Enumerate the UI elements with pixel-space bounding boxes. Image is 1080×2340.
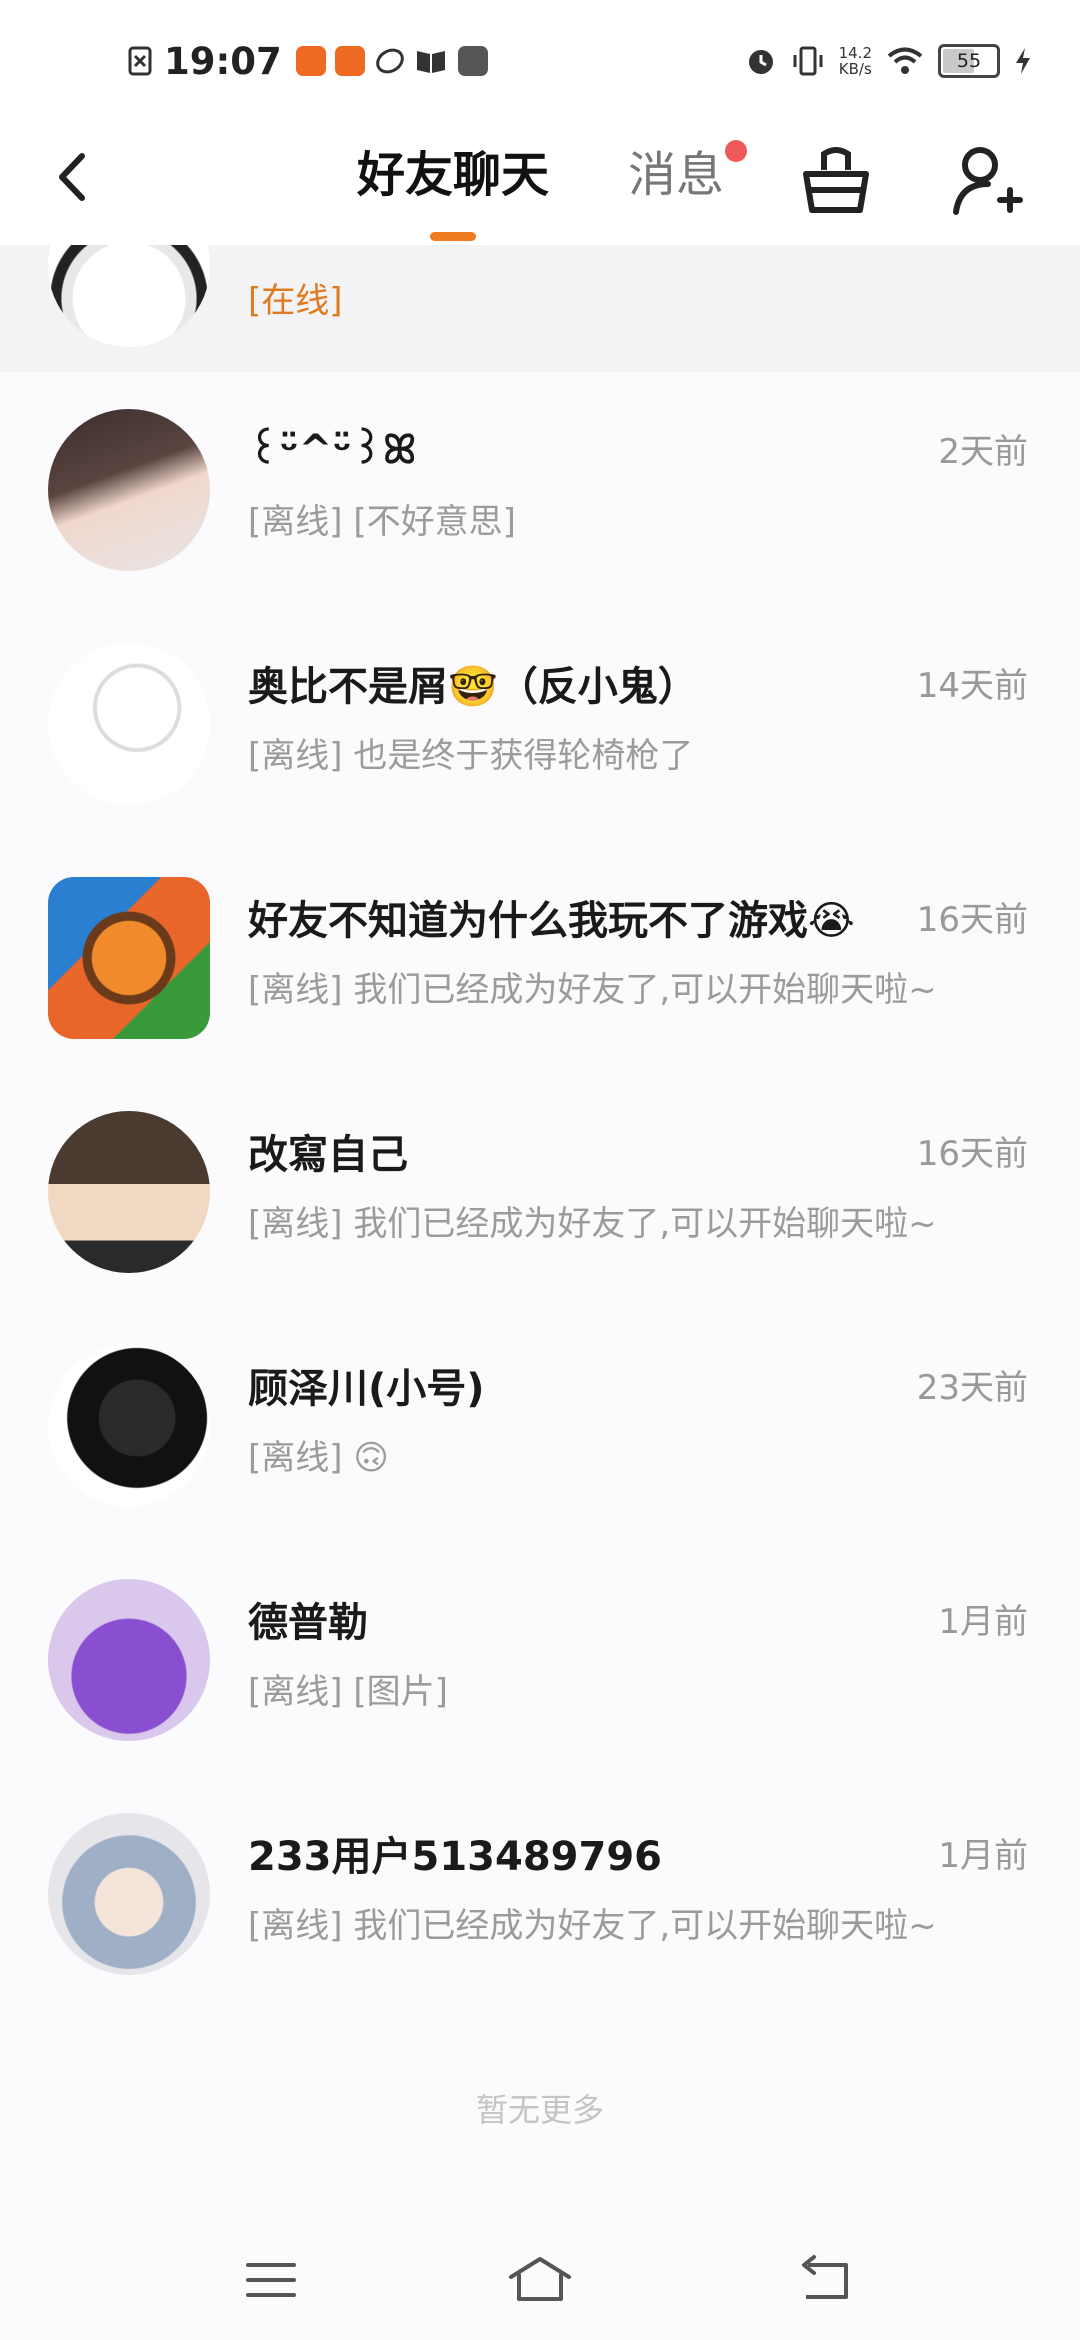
vivo-icon — [457, 46, 488, 76]
status-left: 19:07 — [128, 36, 497, 86]
last-message-time: 1月前 — [938, 1602, 1028, 1642]
home-button[interactable] — [505, 2245, 575, 2315]
tab-messages[interactable]: 消息 — [628, 140, 724, 210]
top-header: 好友聊天 消息 — [0, 120, 1080, 245]
net-speed: 14.2 KB/s — [839, 45, 872, 77]
vibrate-icon — [793, 46, 823, 76]
notification-x-icon — [128, 46, 152, 76]
no-more-label: 暂无更多 — [475, 2091, 604, 2129]
avatar — [48, 643, 210, 805]
chevron-left-icon — [59, 153, 85, 201]
active-tab-indicator — [430, 232, 476, 241]
list-item[interactable]: 奥比不是屑🤓（反小鬼） 14天前 [离线] 也是终于获得轮椅枪了 — [0, 606, 1080, 840]
avatar — [48, 1813, 210, 1975]
list-item[interactable]: ꒰ᵕ̈^ᵕ̈꒱ꕤ 2天前 [离线] [不好意思] — [0, 372, 1080, 606]
list-item[interactable]: 改寫自己 16天前 [离线] 我们已经成为好友了,可以开始聊天啦~ — [0, 1074, 1080, 1308]
menu-button[interactable] — [236, 2245, 306, 2315]
last-message-preview: [离线] [图片] — [248, 1672, 448, 1712]
last-message-time: 16天前 — [916, 900, 1028, 940]
contact-name: 奥比不是屑🤓（反小鬼） — [248, 664, 698, 710]
avatar — [48, 1579, 210, 1741]
list-item[interactable]: 顾泽川(小号) 23天前 [离线] 🙃 — [0, 1308, 1080, 1542]
battery-indicator: 55 — [938, 44, 1000, 78]
add-friend-button[interactable] — [950, 140, 1025, 220]
status-time: 19:07 — [164, 39, 282, 83]
system-nav-bar — [0, 2220, 1080, 2340]
last-message-preview: [离线] 我们已经成为好友了,可以开始聊天啦~ — [248, 970, 937, 1010]
clear-messages-button[interactable] — [800, 140, 872, 220]
net-speed-value: 14.2 — [838, 44, 872, 62]
last-message-preview: [离线] [不好意思] — [248, 502, 516, 542]
last-message-time: 16天前 — [916, 1134, 1028, 1174]
last-message-time: 2天前 — [938, 432, 1028, 472]
unread-dot-badge — [725, 140, 747, 162]
status-bar: 19:07 14.2 KB/s 55 — [0, 0, 1080, 120]
net-speed-unit: KB/s — [838, 60, 872, 78]
tab-friends-chat[interactable]: 好友聊天 — [357, 140, 549, 210]
last-message-preview: [离线] 我们已经成为好友了,可以开始聊天啦~ — [248, 1204, 937, 1244]
list-item[interactable]: 好友不知道为什么我玩不了游戏😭 16天前 [离线] 我们已经成为好友了,可以开始… — [0, 840, 1080, 1074]
last-message-preview: [离线] 也是终于获得轮椅枪了 — [248, 736, 694, 776]
avatar — [48, 877, 210, 1039]
contact-name: ꒰ᵕ̈^ᵕ̈꒱ꕤ — [248, 427, 417, 473]
back-nav-button[interactable] — [790, 2245, 860, 2315]
app-orange-icon — [295, 46, 326, 76]
list-item[interactable]: 德普勒 1月前 [离线] [图片] — [0, 1542, 1080, 1776]
app-orange-icon — [334, 46, 365, 76]
online-status: [在线] — [248, 281, 343, 321]
alarm-icon — [748, 50, 773, 74]
last-message-time: 23天前 — [916, 1368, 1028, 1408]
last-message-time: 14天前 — [916, 666, 1028, 706]
book-icon — [416, 51, 445, 73]
contact-name: 好友不知道为什么我玩不了游戏😭 — [248, 898, 855, 944]
avatar — [48, 245, 210, 347]
leaf-icon — [375, 48, 404, 74]
avatar — [48, 1345, 210, 1507]
contact-name: 233用户513489796 — [248, 1834, 662, 1880]
last-message-time: 1月前 — [938, 1836, 1028, 1876]
add-user-icon — [953, 147, 1023, 215]
broom-basket-icon — [803, 147, 869, 213]
status-right: 14.2 KB/s 55 — [745, 36, 1032, 86]
home-icon — [509, 2257, 571, 2301]
back-icon — [802, 2255, 848, 2299]
contact-name: 德普勒 — [248, 1600, 368, 1646]
last-message-preview: [离线] 我们已经成为好友了,可以开始聊天啦~ — [248, 1906, 937, 1946]
menu-icon — [246, 2263, 296, 2297]
avatar — [48, 1111, 210, 1273]
contact-name: 顾泽川(小号) — [248, 1366, 485, 1412]
back-button[interactable] — [48, 142, 108, 212]
wifi-icon — [887, 47, 923, 74]
list-item[interactable]: [在线] — [0, 245, 1080, 372]
battery-level: 55 — [956, 50, 982, 72]
last-message-preview: [离线] 🙃 — [248, 1438, 389, 1478]
list-item[interactable]: 233用户513489796 1月前 [离线] 我们已经成为好友了,可以开始聊天… — [0, 1776, 1080, 2010]
contact-name: 改寫自己 — [248, 1132, 408, 1178]
charging-icon — [1016, 48, 1030, 74]
avatar — [48, 409, 210, 571]
